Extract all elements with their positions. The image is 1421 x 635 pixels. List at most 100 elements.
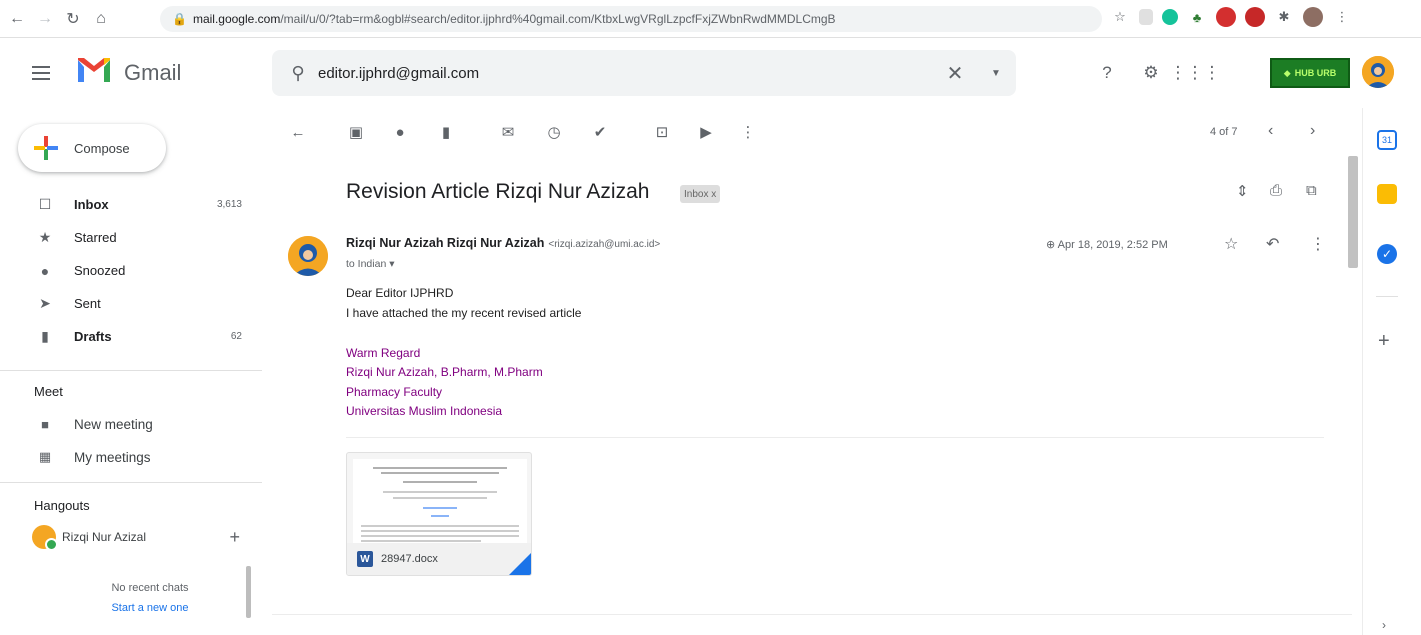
- reload-icon[interactable]: ↻: [62, 8, 84, 30]
- sidebar-item-snoozed[interactable]: ● Snoozed: [0, 254, 262, 287]
- sidebar-nav: ☐ Inbox 3,613 ★ Starred ● Snoozed ➤ Sent…: [0, 188, 262, 353]
- print-icon[interactable]: ⎙: [1270, 182, 1282, 199]
- new-window-icon[interactable]: ⧉: [1306, 182, 1317, 199]
- side-panel-divider: [1362, 108, 1363, 635]
- organization-logo[interactable]: ◆ HUB URB: [1270, 58, 1350, 88]
- archive-icon[interactable]: ▣: [344, 120, 368, 144]
- video-camera-icon: ■: [41, 416, 49, 432]
- hangouts-user-name: Rizqi Nur Azizal: [62, 530, 147, 544]
- calendar-icon: ▦: [38, 449, 52, 464]
- date-text: Apr 18, 2019, 2:52 PM: [1057, 239, 1168, 251]
- sender-name[interactable]: Rizqi Nur Azizah Rizqi Nur Azizah: [346, 236, 544, 250]
- apps-grid-icon[interactable]: ⋮⋮⋮: [1170, 62, 1221, 84]
- forward-arrow-icon[interactable]: →: [34, 8, 56, 30]
- inbox-label-chip[interactable]: Inbox x: [680, 185, 721, 203]
- sidebar-item-starred[interactable]: ★ Starred: [0, 221, 262, 254]
- gmail-logo-icon[interactable]: [76, 56, 112, 84]
- sender-avatar[interactable]: [288, 236, 328, 276]
- snooze-icon[interactable]: ◷: [542, 120, 566, 144]
- newer-chevron-icon[interactable]: ‹: [1268, 122, 1273, 140]
- my-meetings-item[interactable]: ▦ My meetings: [36, 445, 151, 469]
- sidebar-item-label: Starred: [74, 230, 117, 245]
- move-to-icon[interactable]: ⊡: [650, 120, 674, 144]
- add-chat-icon[interactable]: +: [229, 527, 240, 548]
- grammarly-extension-icon[interactable]: [1162, 9, 1178, 25]
- profile-avatar-icon[interactable]: [1303, 7, 1323, 27]
- hangouts-user-row[interactable]: Rizqi Nur Azizal +: [32, 523, 252, 551]
- add-task-icon[interactable]: ✔: [588, 120, 612, 144]
- url-path: /mail/u/0/?tab=rm&ogbl#search/editor.ijp…: [280, 12, 836, 26]
- meet-section-title: Meet: [34, 384, 63, 399]
- expand-all-icon[interactable]: ⇕: [1236, 182, 1249, 200]
- signature-line: Pharmacy Faculty: [346, 385, 443, 399]
- calendar-app-icon[interactable]: 31: [1377, 130, 1397, 150]
- unread-count: 3,613: [216, 199, 242, 210]
- search-bar[interactable]: ⚲ editor.ijphrd@gmail.com ✕ ▼: [272, 50, 1016, 96]
- tasks-app-icon[interactable]: ✓: [1377, 244, 1397, 264]
- search-input[interactable]: editor.ijphrd@gmail.com: [318, 65, 940, 82]
- meet-item-label: My meetings: [74, 449, 151, 465]
- puzzle-extension-icon[interactable]: ✱: [1274, 7, 1294, 27]
- address-bar[interactable]: 🔒 mail.google.com/mail/u/0/?tab=rm&ogbl#…: [160, 6, 1102, 32]
- mark-unread-icon[interactable]: ✉: [496, 120, 520, 144]
- signature-line: Rizqi Nur Azizah, B.Pharm, M.Pharm: [346, 365, 543, 379]
- label-icon[interactable]: ▶: [694, 120, 718, 144]
- reply-icon[interactable]: ↶: [1266, 234, 1279, 254]
- delete-icon[interactable]: ▮: [434, 120, 458, 144]
- leaf-extension-icon[interactable]: ♣: [1187, 7, 1207, 27]
- sidebar-divider: [0, 482, 262, 483]
- org-logo-mark: ◆: [1283, 67, 1291, 78]
- red-extension-icon[interactable]: [1216, 7, 1236, 27]
- back-arrow-icon[interactable]: ←: [6, 8, 28, 30]
- account-avatar[interactable]: [1362, 56, 1394, 88]
- sidebar-item-inbox[interactable]: ☐ Inbox 3,613: [0, 188, 262, 221]
- star-message-icon[interactable]: ☆: [1224, 234, 1238, 254]
- help-icon[interactable]: ?: [1096, 62, 1118, 84]
- browser-extensions: ☆ ♣ ✱ ⋮: [1110, 7, 1352, 27]
- back-to-search-icon[interactable]: ←: [286, 120, 310, 144]
- main-menu-icon[interactable]: [32, 66, 50, 80]
- attachment-card[interactable]: W 28947.docx: [346, 452, 532, 576]
- content-scrollbar[interactable]: [1348, 156, 1358, 268]
- sidebar-item-label: Sent: [74, 296, 101, 311]
- send-icon: ➤: [39, 295, 51, 311]
- pagination-text: 4 of 7: [1210, 126, 1238, 138]
- signature-line: Universitas Muslim Indonesia: [346, 404, 503, 418]
- compose-button[interactable]: Compose: [18, 124, 166, 172]
- settings-gear-icon[interactable]: ⚙: [1140, 62, 1162, 84]
- attachment-preview: [353, 459, 527, 545]
- reader-extension-icon[interactable]: [1139, 9, 1153, 25]
- bookmark-star-icon[interactable]: ☆: [1110, 7, 1130, 27]
- sidebar-scrollbar[interactable]: [246, 566, 251, 618]
- word-doc-icon: W: [357, 551, 373, 567]
- details-dropdown-icon[interactable]: ▾: [389, 258, 394, 270]
- get-addons-icon[interactable]: +: [1378, 330, 1390, 353]
- start-chat-link[interactable]: Start a new one: [60, 598, 240, 618]
- search-options-icon[interactable]: ▼: [976, 68, 1016, 79]
- attachment-fold-corner: [509, 553, 531, 575]
- attachment-footer: W 28947.docx: [347, 543, 531, 575]
- body-line: Dear Editor IJPHRD: [346, 286, 454, 300]
- keep-app-icon[interactable]: [1377, 184, 1397, 204]
- clear-search-icon[interactable]: ✕: [940, 61, 970, 86]
- sidebar-divider: [0, 370, 262, 371]
- meet-item-label: New meeting: [74, 416, 153, 432]
- more-options-icon[interactable]: ⋮: [736, 120, 760, 144]
- older-chevron-icon[interactable]: ›: [1310, 122, 1315, 140]
- report-spam-icon[interactable]: ●: [388, 120, 412, 144]
- new-meeting-item[interactable]: ■ New meeting: [36, 412, 153, 436]
- sidebar-item-sent[interactable]: ➤ Sent: [0, 287, 262, 320]
- browser-menu-icon[interactable]: ⋮: [1332, 7, 1352, 27]
- message-more-icon[interactable]: ⋮: [1310, 234, 1326, 254]
- search-icon[interactable]: ⚲: [278, 63, 318, 84]
- hangouts-section-title: Hangouts: [34, 498, 90, 513]
- home-icon[interactable]: ⌂: [90, 8, 112, 30]
- clock-icon: ●: [40, 262, 50, 279]
- sidebar-item-drafts[interactable]: ▮ Drafts 62: [0, 320, 262, 353]
- sender-email: <rizqi.azizah@umi.ac.id>: [548, 239, 661, 250]
- red-extension-2-icon[interactable]: [1245, 7, 1265, 27]
- hide-side-panel-icon[interactable]: ›: [1382, 618, 1386, 632]
- gmail-wordmark: Gmail: [124, 60, 182, 85]
- recipient-details[interactable]: to Indian ▾: [346, 258, 395, 270]
- thread-bottom-divider: [272, 614, 1352, 615]
